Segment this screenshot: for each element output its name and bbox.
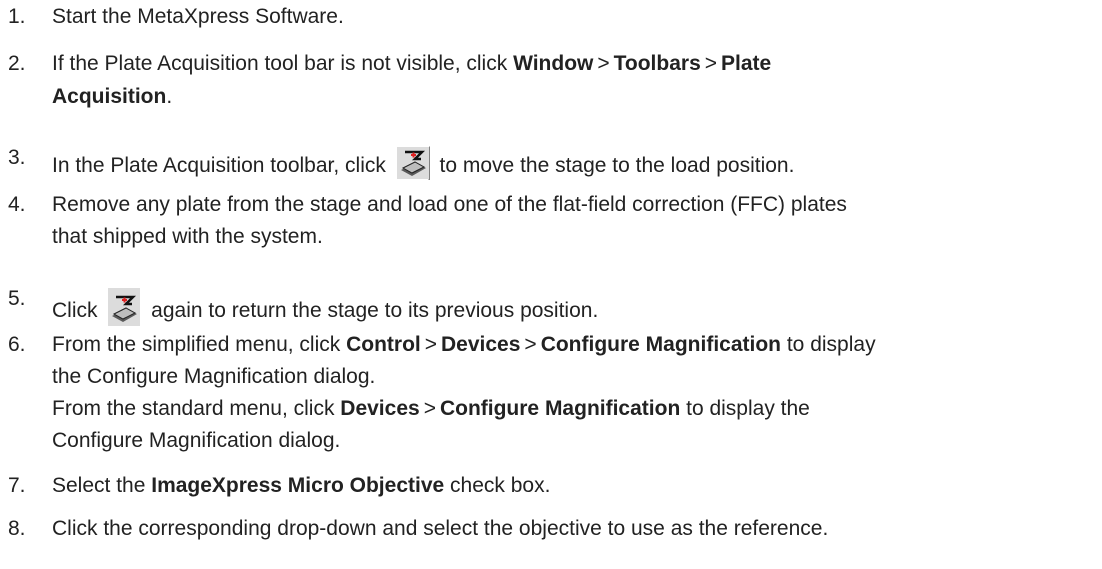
step-text-end: check box. [444,474,551,497]
menu-item-configure-magnification: Configure Magnification [540,333,782,356]
step-text: Select the [52,474,152,497]
step-number: 2. [8,52,26,75]
step-text: that shipped with the system. [52,225,323,248]
menu-item-devices: Devices [441,333,521,356]
menu-separator: > [424,333,438,356]
step-text-end: . [166,85,173,108]
step-number: 6. [8,333,26,356]
load-position-icon [107,287,142,327]
step-text: Configure Magnification dialog. [52,429,341,452]
menu-item-plate-acquisition-cont: Acquisition [52,85,167,108]
instruction-list: 1. Start the MetaXpress Software. 2. If … [0,0,1102,569]
step-text: From the standard menu, click [52,397,341,420]
menu-separator: > [597,52,610,75]
step-text-end: to display [781,333,876,356]
menu-separator: > [704,52,718,75]
step-text: Remove any plate from the stage and load… [52,193,847,216]
step-number: 8. [8,517,26,540]
menu-item-plate-acquisition: Plate [721,52,772,75]
step-text: If the Plate Acquisition tool bar is not… [52,52,514,75]
step-text: Click [52,299,104,322]
menu-item-toolbars: Toolbars [613,52,701,75]
menu-separator: > [524,333,537,356]
step-number: 4. [8,193,26,216]
step-text: the Configure Magnification dialog. [52,365,376,388]
step-number: 7. [8,474,26,497]
checkbox-name: ImageXpress Micro Objective [151,474,445,497]
step-number: 3. [8,146,26,169]
step-number: 5. [8,287,26,310]
step-text: From the simplified menu, click [52,333,347,356]
step-text: Click the corresponding drop-down and se… [52,517,829,540]
menu-item-window: Window [513,52,594,75]
step-number: 1. [8,5,26,28]
menu-item-devices: Devices [340,397,420,420]
menu-item-configure-magnification: Configure Magnification [439,397,681,420]
step-text: In the Plate Acquisition toolbar, click [52,154,392,177]
load-position-icon [395,146,430,180]
step-text: Start the MetaXpress Software. [52,5,344,28]
step-text-end: again to return the stage to its previou… [145,299,599,322]
menu-item-control: Control [346,333,421,356]
menu-separator: > [423,397,436,420]
step-text-end: to move the stage to the load position. [433,154,795,177]
step-text-end: to display the [680,397,810,420]
